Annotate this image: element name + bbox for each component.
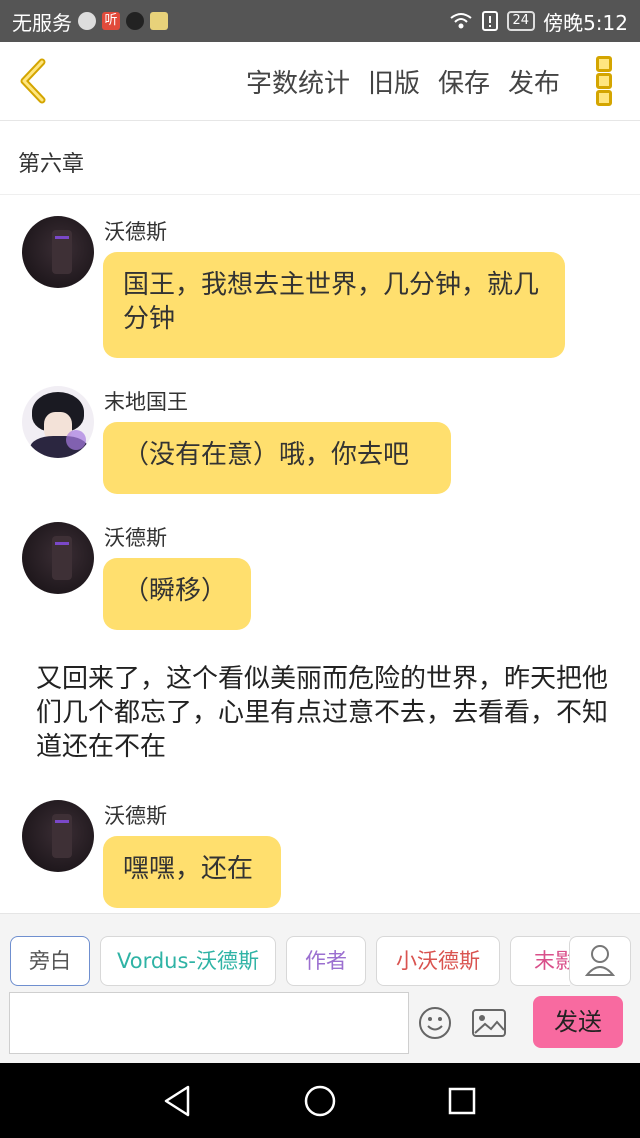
image-icon[interactable] bbox=[471, 1008, 507, 1038]
message-input[interactable] bbox=[9, 992, 409, 1054]
status-bar: 无服务 听 24 傍晚5:12 bbox=[0, 0, 640, 42]
character-chip-little-vordus[interactable]: 小沃德斯 bbox=[376, 936, 500, 986]
top-bar: 字数统计 旧版 保存 发布 bbox=[0, 42, 640, 121]
save-button[interactable]: 保存 bbox=[438, 63, 490, 100]
divider bbox=[0, 194, 640, 195]
alert-icon bbox=[481, 11, 498, 31]
avatar[interactable] bbox=[22, 386, 94, 458]
chapter-title[interactable]: 第六章 bbox=[18, 146, 84, 178]
message-bubble[interactable]: （瞬移） bbox=[103, 558, 251, 630]
user-icon bbox=[584, 945, 616, 976]
composer-panel: 旁白 Vordus-沃德斯 作者 小沃德斯 末影 发送 bbox=[0, 913, 640, 1064]
word-count-button[interactable]: 字数统计 bbox=[246, 63, 350, 100]
character-selector: 旁白 Vordus-沃德斯 作者 小沃德斯 末影 bbox=[0, 936, 570, 988]
listen-app-icon: 听 bbox=[102, 12, 120, 30]
avatar[interactable] bbox=[22, 216, 94, 288]
character-chip-vordus[interactable]: Vordus-沃德斯 bbox=[100, 936, 276, 986]
speaker-name: 沃德斯 bbox=[104, 526, 167, 550]
nav-home-icon[interactable] bbox=[300, 1081, 340, 1121]
emoji-app-icon bbox=[150, 12, 168, 30]
clock: 傍晚5:12 bbox=[543, 10, 628, 35]
character-chip-narrator[interactable]: 旁白 bbox=[10, 936, 90, 986]
nav-back-icon[interactable] bbox=[158, 1081, 198, 1121]
add-character-button[interactable] bbox=[569, 936, 631, 986]
character-chip-ender[interactable]: 末影 bbox=[510, 936, 570, 986]
toolbar-actions: 字数统计 旧版 保存 发布 bbox=[246, 42, 560, 120]
old-version-button[interactable]: 旧版 bbox=[368, 63, 420, 100]
nav-recents-icon[interactable] bbox=[442, 1081, 482, 1121]
avatar[interactable] bbox=[22, 800, 94, 872]
qq-icon bbox=[78, 12, 96, 30]
character-chip-author[interactable]: 作者 bbox=[286, 936, 366, 986]
message-bubble[interactable]: 国王，我想去主世界，几分钟，就几分钟 bbox=[103, 252, 565, 358]
narration-text[interactable]: 又回来了，这个看似美丽而危险的世界，昨天把他们几个都忘了，心里有点过意不去，去看… bbox=[36, 662, 616, 764]
send-button[interactable]: 发送 bbox=[533, 996, 623, 1048]
back-arrow-icon[interactable] bbox=[14, 56, 54, 106]
carrier-label: 无服务 bbox=[12, 10, 72, 35]
avatar[interactable] bbox=[22, 522, 94, 594]
speaker-name: 末地国王 bbox=[104, 390, 188, 414]
tiktok-icon bbox=[126, 12, 144, 30]
speaker-name: 沃德斯 bbox=[104, 220, 167, 244]
wifi-icon bbox=[449, 13, 472, 29]
publish-button[interactable]: 发布 bbox=[508, 63, 560, 100]
emoji-icon[interactable] bbox=[418, 1006, 452, 1040]
speaker-name: 沃德斯 bbox=[104, 804, 167, 828]
battery-indicator: 24 bbox=[506, 11, 536, 31]
message-bubble[interactable]: 嘿嘿，还在 bbox=[103, 836, 281, 908]
message-bubble[interactable]: （没有在意）哦，你去吧 bbox=[103, 422, 451, 494]
more-menu-icon[interactable] bbox=[596, 56, 612, 106]
system-navigation-bar bbox=[0, 1063, 640, 1138]
